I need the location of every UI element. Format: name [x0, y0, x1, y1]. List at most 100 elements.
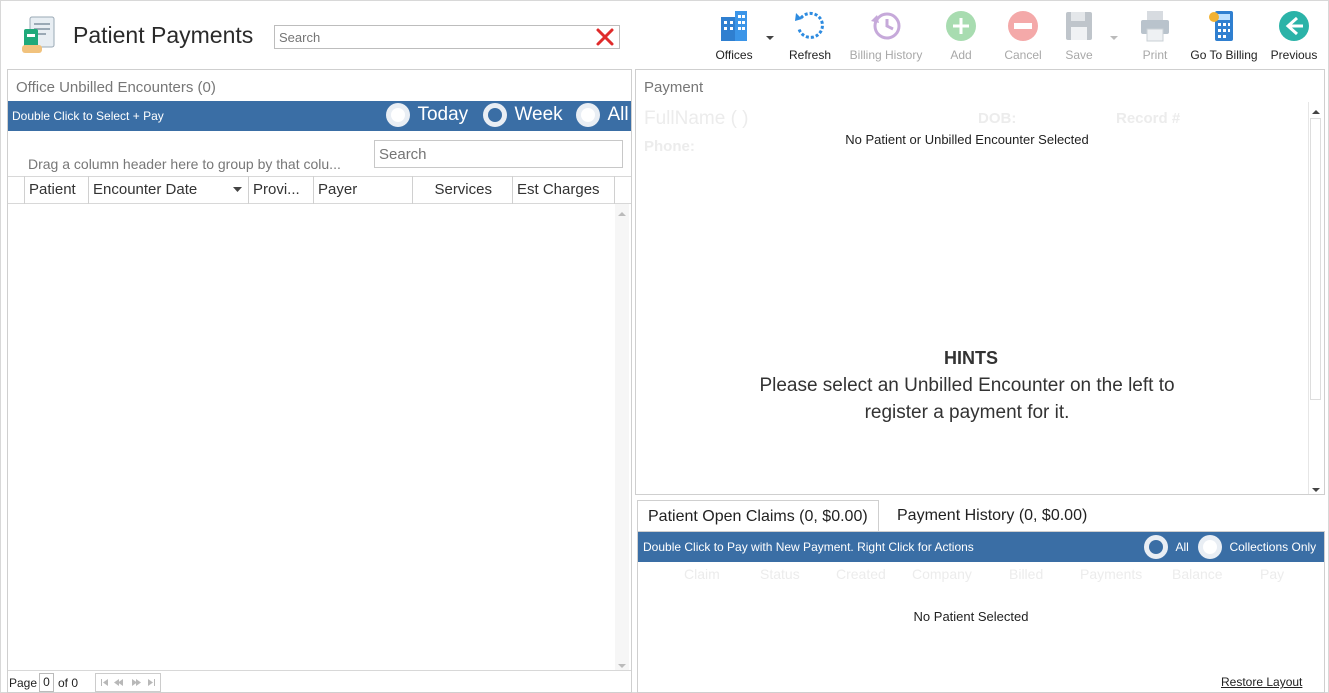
pager-nav-buttons	[95, 673, 161, 692]
clear-search-icon[interactable]	[595, 27, 615, 47]
go-to-billing-button[interactable]: Go To Billing	[1187, 7, 1261, 65]
payments-icon	[20, 15, 58, 55]
hints-line-2: register a payment for it.	[864, 402, 1070, 423]
grid-search-input[interactable]	[375, 141, 615, 167]
encounters-bar-text: Double Click to Select + Pay	[12, 109, 164, 123]
claims-col-pay: Pay	[1260, 566, 1285, 582]
scroll-down-icon[interactable]	[617, 658, 627, 668]
header-search[interactable]	[274, 25, 620, 49]
add-label: Add	[950, 48, 972, 62]
scroll-up-icon[interactable]	[617, 206, 627, 216]
cancel-icon	[1006, 9, 1040, 43]
no-selection-message: No Patient or Unbilled Encounter Selecte…	[845, 132, 1089, 147]
save-label: Save	[1065, 48, 1093, 62]
page-title: Patient Payments	[73, 22, 254, 48]
offices-icon	[717, 9, 751, 43]
chevron-down-icon[interactable]	[765, 30, 775, 40]
claims-col-company: Company	[912, 566, 972, 582]
encounters-scrollbar[interactable]	[615, 204, 629, 670]
radio-collections-only[interactable]	[1198, 535, 1222, 559]
claims-filter-all[interactable]: All	[1144, 535, 1189, 559]
billing-history-button[interactable]: Billing History	[845, 7, 927, 65]
filter-week[interactable]: Week	[483, 103, 563, 129]
filter-today-label: Today	[417, 104, 469, 125]
previous-button[interactable]: Previous	[1267, 7, 1321, 65]
payment-title: Payment	[644, 79, 704, 96]
hints-title: HINTS	[944, 348, 998, 368]
row-indicator-header	[8, 176, 25, 204]
refresh-icon	[793, 9, 827, 43]
filter-week-label: Week	[514, 104, 563, 125]
no-patient-selected-message: No Patient Selected	[913, 609, 1029, 624]
claims-panel: Patient Open Claims (0, $0.00) Payment H…	[635, 500, 1325, 693]
tab-open-claims[interactable]: Patient Open Claims (0, $0.00)	[637, 500, 879, 531]
payment-scroll-down-icon[interactable]	[1311, 482, 1321, 492]
back-arrow-icon	[1277, 9, 1311, 43]
save-icon	[1062, 9, 1096, 43]
search-input[interactable]	[275, 26, 585, 48]
payment-scroll-up-icon[interactable]	[1311, 104, 1321, 114]
add-icon	[944, 9, 978, 43]
column-est-charges[interactable]: Est Charges	[513, 176, 615, 204]
print-button[interactable]: Print	[1135, 7, 1175, 65]
ghost-dob: DOB:	[978, 110, 1017, 127]
restore-layout-link[interactable]: Restore Layout	[1221, 675, 1302, 689]
column-encounter-date-label: Encounter Date	[93, 181, 198, 198]
claims-filter-collections-label: Collections Only	[1229, 540, 1317, 554]
claims-col-status: Status	[760, 566, 800, 582]
grid-search[interactable]	[374, 140, 623, 168]
header: Patient Payments Search Offices Refresh …	[1, 1, 1329, 67]
refresh-label: Refresh	[788, 48, 832, 62]
go-to-billing-label: Go To Billing	[1190, 48, 1258, 62]
history-icon	[869, 9, 903, 43]
filter-today[interactable]: Today	[386, 103, 468, 129]
offices-label: Offices	[715, 48, 753, 62]
cancel-button[interactable]: Cancel	[997, 7, 1049, 65]
radio-all[interactable]	[576, 103, 600, 127]
sort-desc-icon	[233, 176, 242, 204]
cancel-label: Cancel	[1004, 48, 1042, 62]
payment-scrollbar[interactable]	[1308, 102, 1322, 494]
claims-filter-collections[interactable]: Collections Only	[1198, 535, 1316, 559]
column-encounter-date[interactable]: Encounter Date	[89, 176, 249, 204]
pager-page-input[interactable]: 0	[39, 673, 54, 692]
radio-week[interactable]	[483, 103, 507, 127]
radio-claims-all[interactable]	[1144, 535, 1168, 559]
column-payer[interactable]: Payer	[314, 176, 413, 204]
column-provider[interactable]: Provi...	[249, 176, 314, 204]
radio-today[interactable]	[386, 103, 410, 127]
claims-col-created: Created	[836, 566, 886, 582]
grid-pager: Page 0 of 0	[8, 670, 631, 693]
claims-bar-text: Double Click to Pay with New Payment. Ri…	[643, 540, 974, 554]
ghost-record: Record #	[1116, 110, 1181, 127]
ghost-fullname: FullName ( )	[644, 108, 749, 129]
add-button[interactable]: Add	[939, 7, 983, 65]
print-label: Print	[1142, 48, 1168, 62]
filter-all-label: All	[607, 104, 629, 125]
group-by-hint: Drag a column header here to group by th…	[28, 156, 341, 172]
column-patient[interactable]: Patient	[25, 176, 89, 204]
offices-button[interactable]: Offices	[706, 7, 762, 65]
patient-payments-window: Patient Payments Search Offices Refresh …	[0, 0, 1329, 693]
previous-label: Previous	[1270, 48, 1318, 62]
payment-panel: Payment FullName ( ) DOB: Record # Phone…	[635, 69, 1325, 495]
unbilled-encounters-panel: Office Unbilled Encounters (0) Double Cl…	[7, 69, 632, 693]
tab-payment-history[interactable]: Payment History (0, $0.00)	[887, 500, 1097, 531]
claims-grid: Double Click to Pay with New Payment. Ri…	[637, 531, 1325, 693]
refresh-button[interactable]: Refresh	[783, 7, 837, 65]
claims-filter-all-label: All	[1175, 540, 1189, 554]
print-icon	[1138, 9, 1172, 43]
claims-col-billed: Billed	[1009, 566, 1044, 582]
save-dropdown-icon[interactable]	[1109, 30, 1119, 40]
filter-all[interactable]: All	[576, 103, 629, 129]
claims-header-row: Claim Status Created Company Billed Paym…	[638, 562, 1324, 588]
billing-history-label: Billing History	[849, 48, 923, 62]
pager-page-label: Page	[9, 676, 38, 690]
claims-col-claim: Claim	[684, 566, 720, 582]
save-button[interactable]: Save	[1059, 7, 1099, 65]
claims-col-balance: Balance	[1172, 566, 1223, 582]
claims-col-payments: Payments	[1080, 566, 1143, 582]
column-services[interactable]: Services	[413, 176, 513, 204]
claims-action-bar: Double Click to Pay with New Payment. Ri…	[638, 532, 1324, 562]
payment-scroll-thumb[interactable]	[1310, 118, 1321, 400]
